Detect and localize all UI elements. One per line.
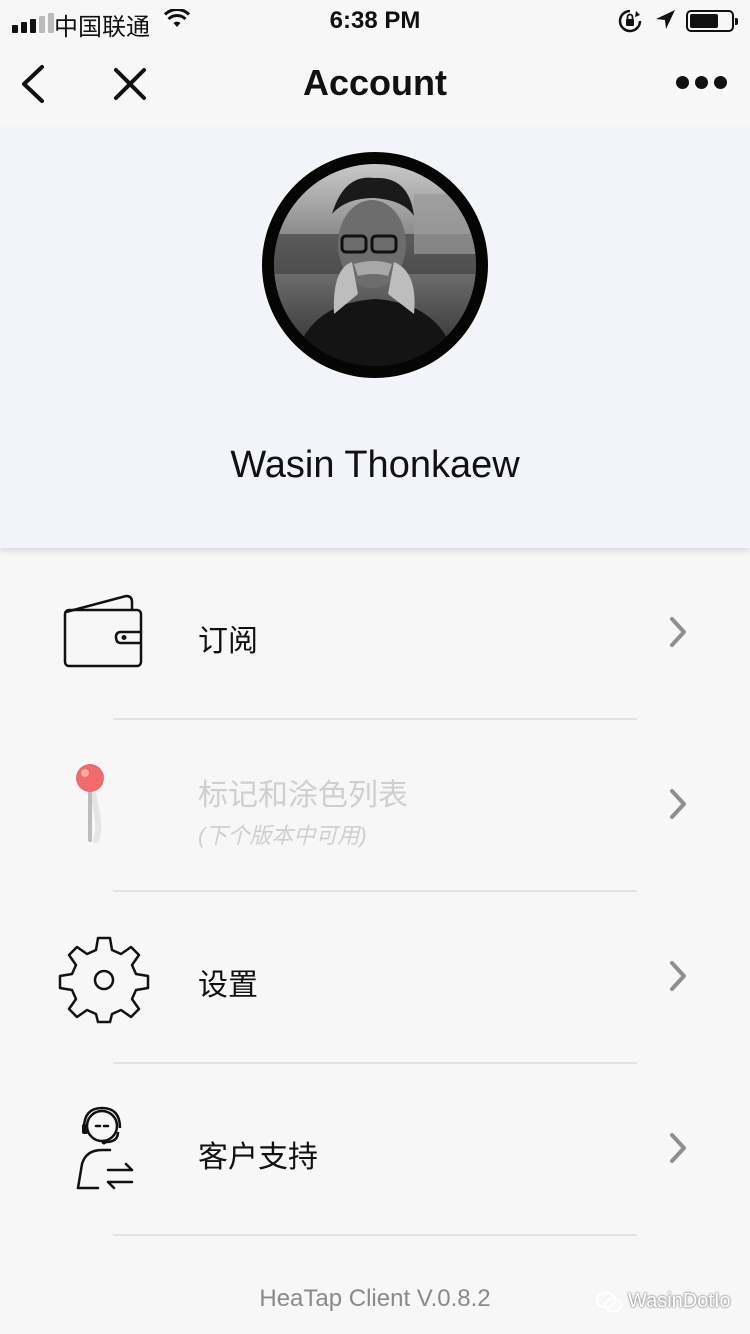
battery-icon [686, 10, 738, 32]
avatar[interactable] [262, 152, 488, 378]
page-title: Account [303, 62, 447, 103]
menu-item-settings[interactable]: 设置 [0, 892, 750, 1064]
avatar-photo [274, 164, 476, 366]
watermark-text: WasinDotIo [628, 1290, 731, 1312]
more-dots-icon[interactable] [676, 76, 727, 89]
menu-item-support[interactable]: 客户支持 [0, 1064, 750, 1236]
menu-item-subscription[interactable]: 订阅 [0, 548, 750, 720]
location-arrow-icon [656, 10, 675, 29]
menu-item-label: 客户支持 [198, 1141, 318, 1174]
user-name: Wasin Thonkaew [230, 444, 520, 486]
support-agent-icon [76, 1106, 134, 1190]
wechat-icon [596, 1291, 622, 1312]
gear-icon [58, 936, 150, 1024]
chevron-right-icon [670, 789, 686, 819]
profile-header: Wasin Thonkaew [0, 128, 750, 548]
wallet-icon [63, 594, 143, 668]
navigation-bar: Account [0, 40, 750, 128]
account-screen: 中国联通 6:38 PM Account Wasin Thonkaew 订阅 标… [0, 0, 750, 1334]
divider [113, 1234, 637, 1236]
menu-item-label: 标记和涂色列表 [198, 779, 408, 812]
menu-item-markers[interactable]: 标记和涂色列表 (下个版本中可用) [0, 720, 750, 892]
menu-item-sublabel: (下个版本中可用) [198, 823, 367, 848]
rotation-lock-icon [618, 9, 642, 33]
watermark: WasinDotIo [596, 1290, 731, 1313]
chevron-right-icon [670, 961, 686, 991]
menu-item-label: 设置 [198, 969, 258, 1002]
menu-item-label: 订阅 [198, 625, 258, 658]
status-bar: 中国联通 6:38 PM [0, 0, 750, 41]
pin-icon [76, 764, 104, 843]
chevron-right-icon [670, 1133, 686, 1163]
chevron-right-icon [670, 617, 686, 647]
